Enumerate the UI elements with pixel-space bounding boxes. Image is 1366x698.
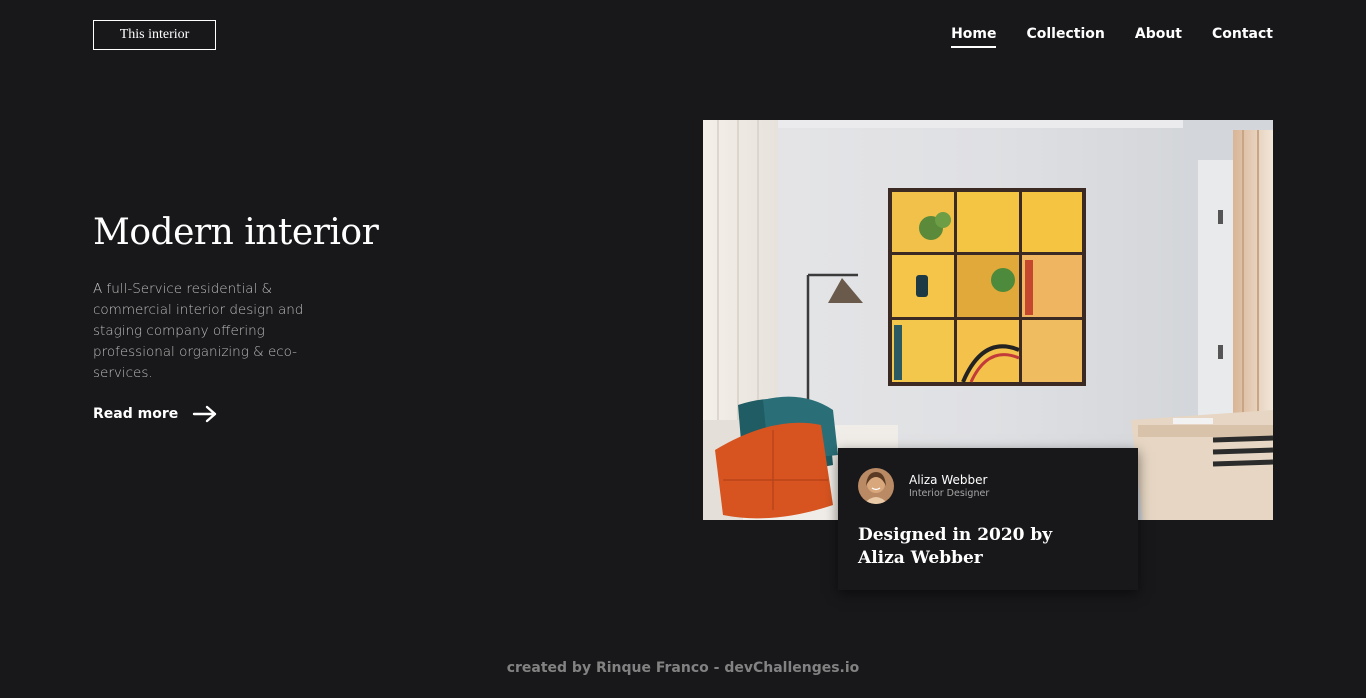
arrow-right-icon (193, 405, 217, 423)
designer-name: Aliza Webber (909, 473, 988, 487)
footer-credit: created by Rinque Franco - devChallenges… (506, 660, 860, 676)
nav-home[interactable]: Home (951, 26, 997, 48)
hero-title: Modern interior (93, 212, 379, 253)
card-title: Designed in 2020 by Aliza Webber (858, 525, 1053, 568)
designer-card: Aliza Webber Interior Designer Designed … (838, 448, 1138, 590)
nav-collection[interactable]: Collection (1026, 26, 1104, 48)
site-logo[interactable]: This interior (93, 20, 216, 50)
designer-role: Interior Designer (909, 488, 990, 499)
main-nav: Home Collection About Contact (951, 26, 1273, 48)
read-more-link[interactable]: Read more (93, 404, 218, 424)
nav-about[interactable]: About (1135, 26, 1182, 48)
hero-description: A full-Service residential & commercial … (93, 281, 304, 381)
nav-contact[interactable]: Contact (1212, 26, 1273, 48)
avatar (858, 468, 894, 504)
read-more-label: Read more (93, 406, 179, 422)
